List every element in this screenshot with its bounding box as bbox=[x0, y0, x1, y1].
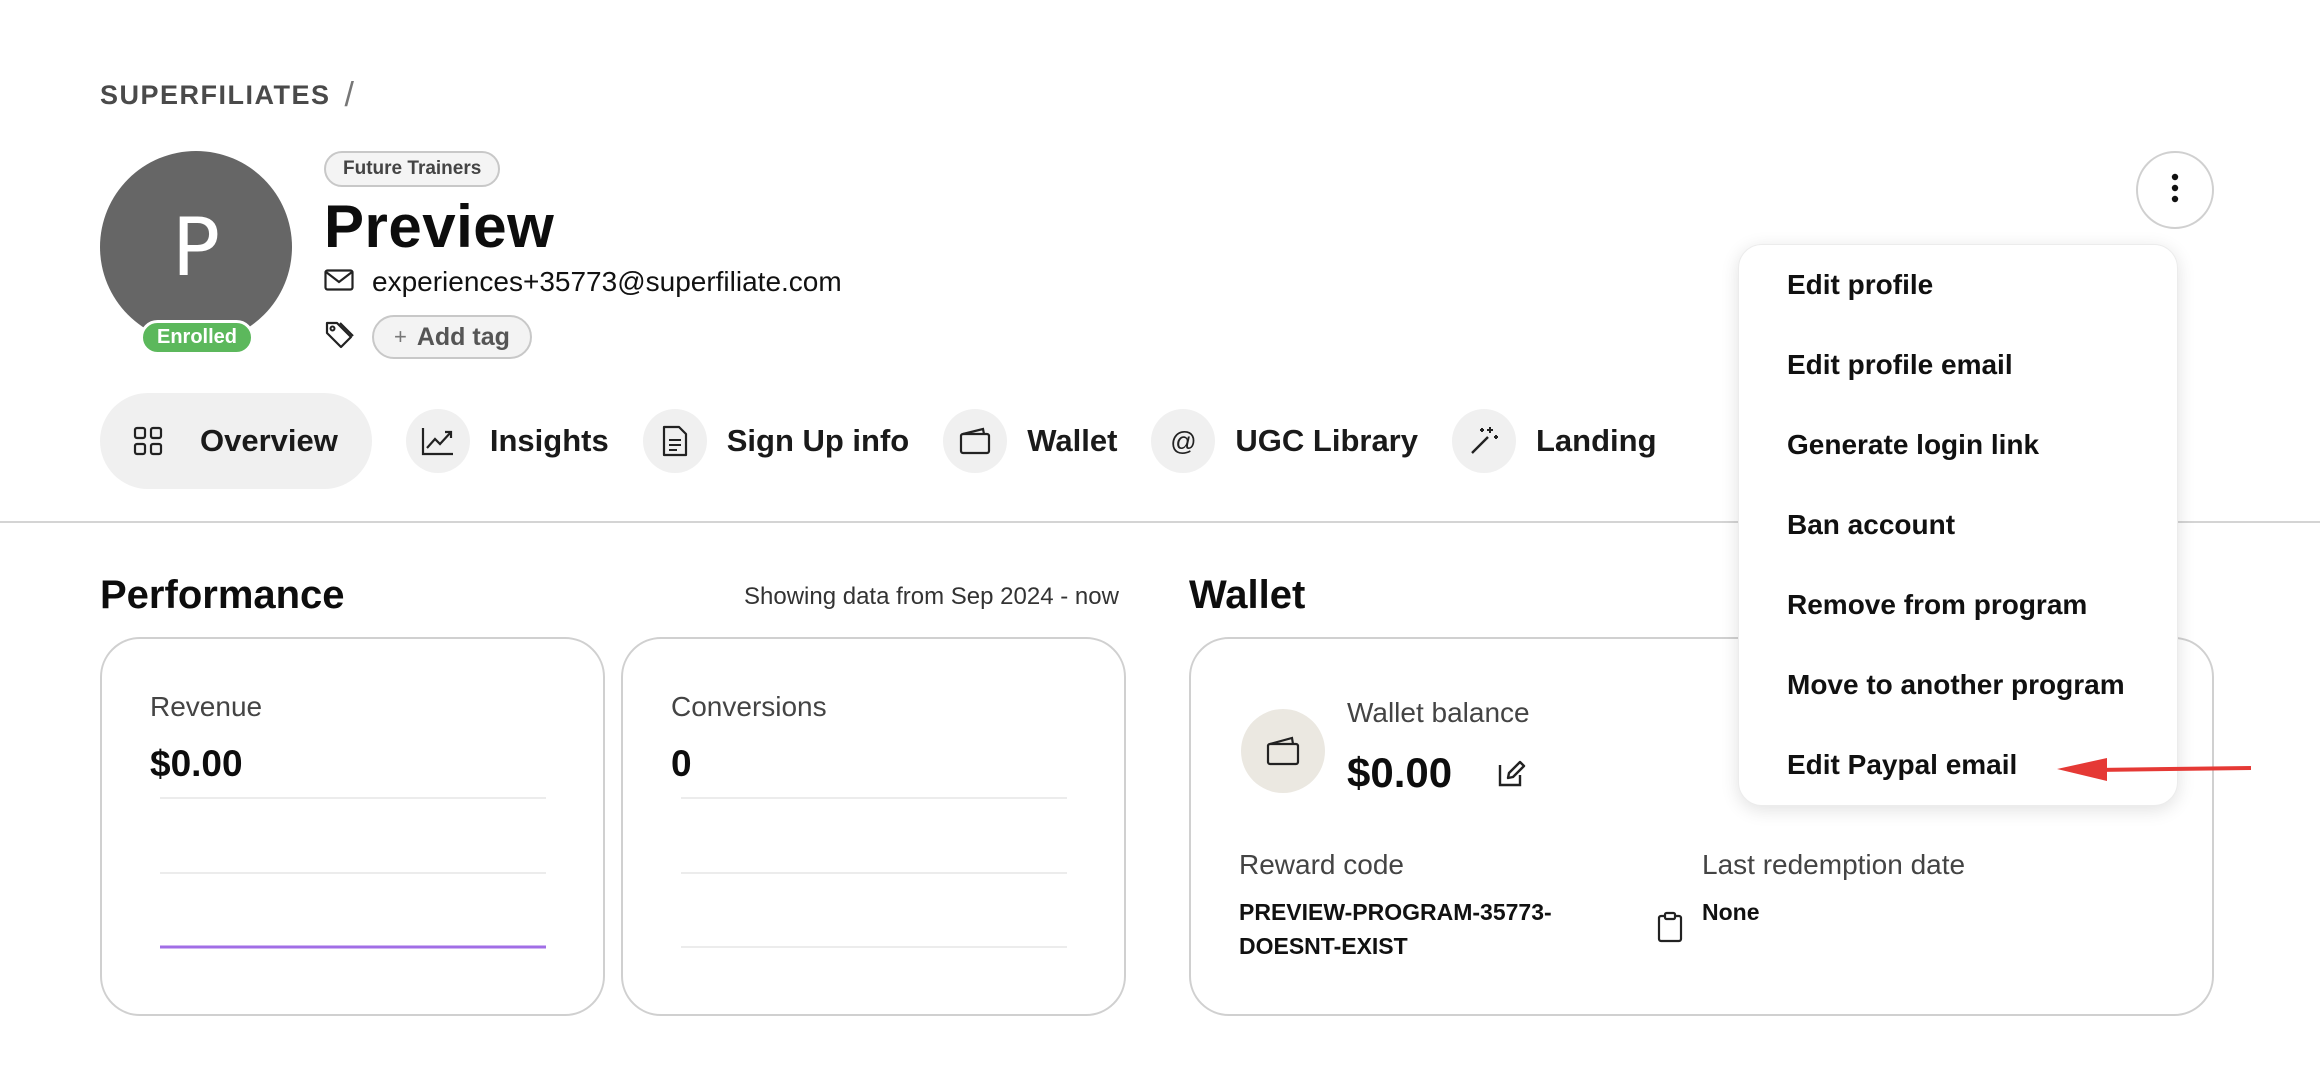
conversions-card: Conversions 0 bbox=[621, 637, 1126, 1016]
last-redemption-value: None bbox=[1702, 899, 1760, 925]
menu-item-move-to-another-program[interactable]: Move to another program bbox=[1787, 669, 2125, 701]
email-row: experiences+35773@superfiliate.com bbox=[324, 266, 842, 298]
document-icon bbox=[642, 409, 707, 473]
wallet-balance-icon bbox=[1241, 709, 1325, 793]
plus-icon: + bbox=[394, 324, 407, 349]
trend-chart-icon bbox=[405, 409, 470, 473]
reward-code-line-2: DOESNT-EXIST bbox=[1239, 933, 1408, 959]
add-tag-label: Add tag bbox=[416, 322, 510, 351]
conversions-value: 0 bbox=[671, 743, 692, 784]
magic-wand-icon bbox=[1452, 409, 1516, 473]
tag-row: + Add tag bbox=[324, 315, 532, 359]
breadcrumb-separator: / bbox=[344, 76, 354, 114]
menu-item-edit-profile[interactable]: Edit profile bbox=[1787, 269, 1933, 301]
revenue-sparkline bbox=[160, 797, 546, 949]
avatar: P bbox=[100, 151, 292, 343]
actions-menu: Edit profile Edit profile email Generate… bbox=[1738, 244, 2178, 806]
menu-item-ban-account[interactable]: Ban account bbox=[1787, 509, 1955, 541]
edit-icon[interactable] bbox=[1496, 759, 1526, 794]
status-badge: Enrolled bbox=[140, 320, 254, 355]
at-sign-icon: @ bbox=[1151, 409, 1216, 473]
tab-label: Sign Up info bbox=[726, 423, 910, 458]
tab-bar: Overview Insights Sign Up info Wallet @ … bbox=[100, 393, 1691, 489]
menu-item-edit-paypal-email[interactable]: Edit Paypal email bbox=[1787, 749, 2017, 781]
annotation-arrow-icon bbox=[2057, 758, 2252, 781]
kebab-icon bbox=[2170, 173, 2180, 208]
conversions-sparkline bbox=[681, 797, 1067, 948]
conversions-label: Conversions bbox=[671, 691, 827, 722]
tab-sign-up-info[interactable]: Sign Up info bbox=[642, 393, 938, 489]
group-tag: Future Trainers bbox=[324, 151, 501, 187]
grid-icon bbox=[116, 409, 180, 473]
tags-icon bbox=[324, 319, 356, 356]
wallet-icon bbox=[943, 409, 1008, 473]
add-tag-button[interactable]: + Add tag bbox=[372, 315, 532, 359]
tab-landing[interactable]: Landing bbox=[1452, 393, 1685, 489]
tab-label: Overview bbox=[200, 423, 338, 458]
tab-label: UGC Library bbox=[1235, 423, 1418, 458]
breadcrumb-brand[interactable]: SUPERFILIATES bbox=[100, 80, 331, 111]
revenue-label: Revenue bbox=[150, 691, 263, 722]
last-redemption-label: Last redemption date bbox=[1702, 849, 1966, 880]
at-glyph: @ bbox=[1170, 425, 1197, 456]
date-range-text: Showing data from Sep 2024 - now bbox=[744, 583, 1119, 610]
tab-label: Wallet bbox=[1027, 423, 1118, 458]
menu-item-remove-from-program[interactable]: Remove from program bbox=[1787, 589, 2087, 621]
more-actions-button[interactable] bbox=[2136, 151, 2214, 229]
tab-label: Insights bbox=[489, 423, 609, 458]
clipboard-icon[interactable] bbox=[1657, 911, 1683, 948]
wallet-title: Wallet bbox=[1189, 573, 1306, 617]
avatar-initial: P bbox=[171, 200, 221, 294]
tab-label: Landing bbox=[1536, 423, 1657, 458]
profile-email: experiences+35773@superfiliate.com bbox=[372, 266, 842, 297]
page-title: Preview bbox=[324, 193, 555, 260]
wallet-balance-value: $0.00 bbox=[1347, 749, 1453, 796]
revenue-value: $0.00 bbox=[150, 743, 243, 784]
performance-title: Performance bbox=[100, 573, 345, 617]
tab-wallet[interactable]: Wallet bbox=[943, 393, 1145, 489]
envelope-icon bbox=[324, 268, 354, 296]
breadcrumb: SUPERFILIATES / bbox=[100, 76, 354, 115]
revenue-card: Revenue $0.00 bbox=[100, 637, 605, 1016]
tab-overview[interactable]: Overview bbox=[100, 393, 372, 489]
reward-code-line-1: PREVIEW-PROGRAM-35773- bbox=[1239, 899, 1552, 925]
reward-code-label: Reward code bbox=[1239, 849, 1404, 880]
menu-item-edit-profile-email[interactable]: Edit profile email bbox=[1787, 349, 2013, 381]
tab-ugc-library[interactable]: @ UGC Library bbox=[1151, 393, 1446, 489]
menu-item-generate-login-link[interactable]: Generate login link bbox=[1787, 429, 2039, 461]
wallet-balance-label: Wallet balance bbox=[1347, 697, 1530, 728]
tab-insights[interactable]: Insights bbox=[405, 393, 637, 489]
